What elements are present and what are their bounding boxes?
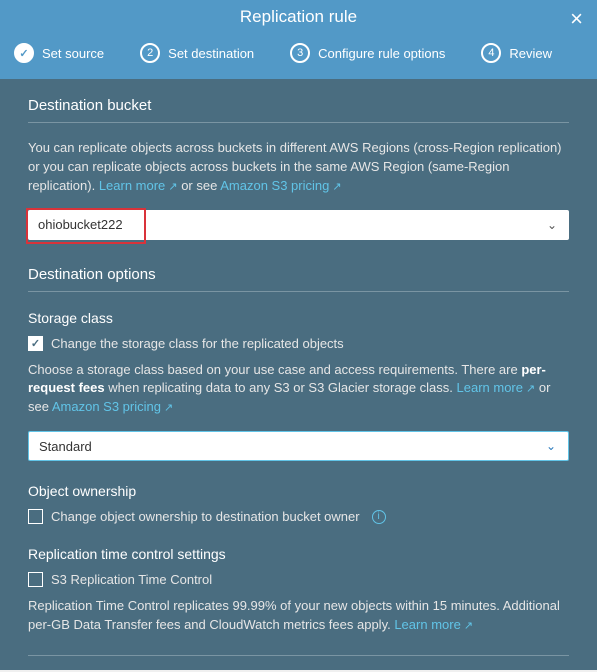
rtc-checkbox-row[interactable]: S3 Replication Time Control: [28, 572, 569, 587]
storage-class-checkbox-row[interactable]: Change the storage class for the replica…: [28, 336, 569, 351]
checkbox-icon[interactable]: [28, 572, 43, 587]
select-value: ohiobucket222: [38, 217, 123, 232]
checkbox-label: Change object ownership to destination b…: [51, 509, 360, 524]
info-icon[interactable]: i: [372, 510, 386, 524]
step-number-icon: 2: [140, 43, 160, 63]
learn-more-link[interactable]: Learn more: [394, 617, 473, 632]
checkbox-label: Change the storage class for the replica…: [51, 336, 344, 351]
step-set-destination[interactable]: 2 Set destination: [140, 43, 254, 63]
step-label: Review: [509, 46, 552, 61]
close-icon[interactable]: ×: [570, 6, 583, 32]
step-set-source[interactable]: Set source: [14, 43, 104, 63]
destination-options-title: Destination options: [28, 266, 569, 292]
footer-buttons: Previous Next: [28, 655, 569, 670]
modal-title: Replication rule: [240, 7, 357, 27]
storage-class-select[interactable]: Standard ⌄: [28, 431, 569, 461]
rtc-desc: Replication Time Control replicates 99.9…: [28, 597, 569, 635]
modal-body: Destination bucket You can replicate obj…: [0, 79, 597, 670]
s3-pricing-link[interactable]: Amazon S3 pricing: [220, 178, 341, 193]
object-ownership-heading: Object ownership: [28, 483, 569, 499]
step-label: Set destination: [168, 46, 254, 61]
storage-class-desc: Choose a storage class based on your use…: [28, 361, 569, 418]
destination-bucket-select[interactable]: ohiobucket222 ⌄: [28, 210, 569, 240]
bucket-select-highlight: ohiobucket222 ⌄: [28, 210, 569, 240]
wizard-stepper: Set source 2 Set destination 3 Configure…: [0, 33, 597, 79]
learn-more-link[interactable]: Learn more: [99, 178, 178, 193]
chevron-down-icon: ⌄: [546, 439, 556, 453]
step-configure-rule[interactable]: 3 Configure rule options: [290, 43, 445, 63]
select-value: Standard: [39, 439, 92, 454]
destination-bucket-desc: You can replicate objects across buckets…: [28, 139, 569, 196]
chevron-down-icon: ⌄: [547, 218, 557, 232]
storage-class-heading: Storage class: [28, 310, 569, 326]
destination-bucket-title: Destination bucket: [28, 97, 569, 123]
ownership-checkbox-row[interactable]: Change object ownership to destination b…: [28, 509, 569, 524]
checkbox-icon[interactable]: [28, 509, 43, 524]
step-number-icon: 3: [290, 43, 310, 63]
s3-pricing-link[interactable]: Amazon S3 pricing: [52, 399, 173, 414]
desc-text: Choose a storage class based on your use…: [28, 362, 521, 377]
check-icon: [14, 43, 34, 63]
learn-more-link[interactable]: Learn more: [457, 380, 536, 395]
step-review[interactable]: 4 Review: [481, 43, 552, 63]
modal-header: Replication rule ×: [0, 0, 597, 33]
step-label: Set source: [42, 46, 104, 61]
desc-text: when replicating data to any S3 or S3 Gl…: [108, 380, 456, 395]
checkbox-icon[interactable]: [28, 336, 43, 351]
checkbox-label: S3 Replication Time Control: [51, 572, 212, 587]
step-label: Configure rule options: [318, 46, 445, 61]
desc-text: Replication Time Control replicates 99.9…: [28, 598, 560, 632]
step-number-icon: 4: [481, 43, 501, 63]
desc-text: or see: [181, 178, 220, 193]
rtc-heading: Replication time control settings: [28, 546, 569, 562]
